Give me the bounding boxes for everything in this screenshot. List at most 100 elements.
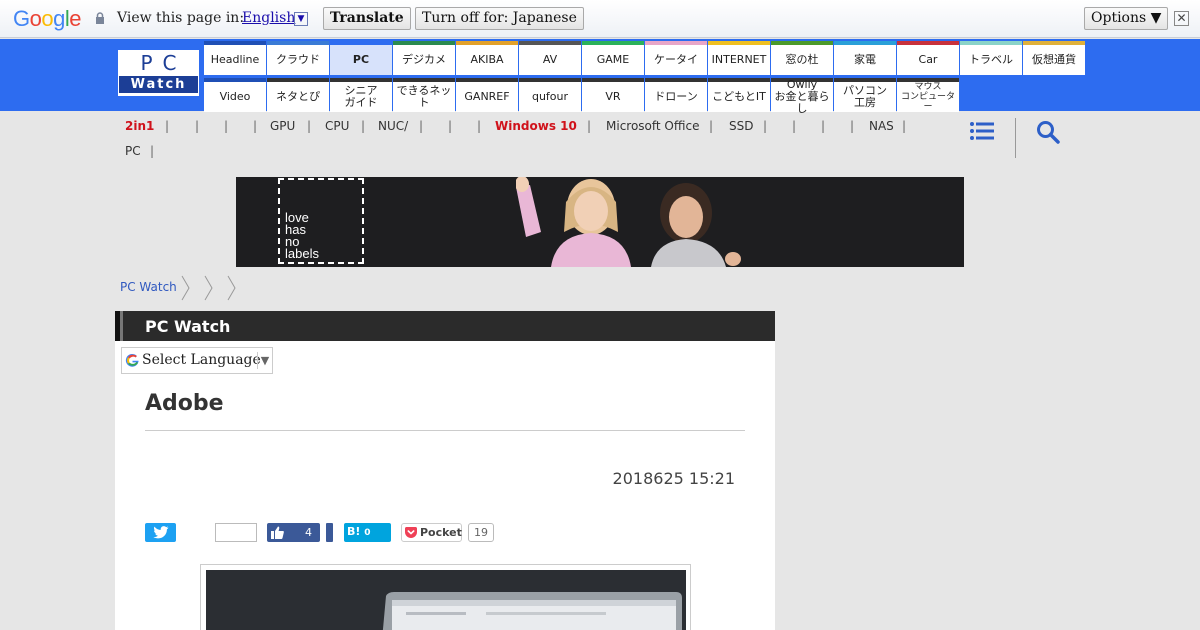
category-nav: Headline クラウド PC デジカメ AKIBA AV GAME ケータイ INTERNE… <box>204 41 1085 115</box>
facebook-count: 4 <box>305 526 312 539</box>
nav_row2-item[interactable]: VR <box>582 78 644 112</box>
language-dropdown-icon[interactable]: ▼ <box>294 12 308 26</box>
nav_row1-item[interactable]: GAME <box>582 41 644 75</box>
article-image-frame <box>200 564 691 630</box>
subnav-separator: | <box>195 119 200 133</box>
chevron-right-icon <box>181 275 190 301</box>
subnav-separator: | <box>850 119 855 133</box>
pocket-count: 19 <box>468 523 494 542</box>
language-select[interactable]: Select Language ▼ <box>121 347 273 374</box>
chevron-right-icon <box>227 275 236 301</box>
banner-photo-child <box>516 177 631 267</box>
banner-logo: love has no labels <box>278 178 364 264</box>
nav_row2-item[interactable]: GANREF <box>456 78 518 112</box>
nav_row2-item[interactable]: できるネット <box>393 78 455 112</box>
nav_row1-item[interactable]: PC <box>330 41 392 75</box>
nav_row2-item[interactable]: マウス コンピューター <box>897 78 959 112</box>
subnav-separator: | <box>419 119 424 133</box>
section-title: PC Watch <box>145 317 231 336</box>
menu-icon[interactable] <box>970 121 994 141</box>
subnav-windows10[interactable]: Windows 10 <box>495 118 577 134</box>
nav_row1-item[interactable]: Car <box>897 41 959 75</box>
subnav-separator: | <box>448 119 453 133</box>
google-g-icon <box>125 353 139 367</box>
article-title: Adobe <box>145 391 224 416</box>
pocket-button[interactable]: Pocket <box>401 523 462 542</box>
nav_row1-item[interactable]: 窓の杜 <box>771 41 833 75</box>
subnav-pc[interactable]: PC <box>125 143 141 159</box>
site-logo[interactable]: PC Watch <box>118 50 199 96</box>
article-image[interactable] <box>206 570 686 630</box>
options-button[interactable]: Options ▼ <box>1084 7 1169 30</box>
translate-button[interactable]: Translate <box>323 7 411 30</box>
subnav-nas[interactable]: NAS <box>869 118 894 134</box>
nav_row1-item[interactable]: クラウド <box>267 41 329 75</box>
subnav-separator: | <box>821 119 826 133</box>
facebook-like-button[interactable]: 4 <box>267 523 320 542</box>
nav_row1-item[interactable]: トラベル <box>960 41 1022 75</box>
subnav-separator: | <box>763 119 768 133</box>
hatena-label: B! <box>347 525 361 538</box>
subnav-separator: | <box>792 119 797 133</box>
banner-photo-child <box>651 183 741 267</box>
logo-pc-text: PC <box>140 51 187 75</box>
subnav-separator: | <box>361 119 366 133</box>
nav_row2-item[interactable]: シニア ガイド <box>330 78 392 112</box>
nav_row1-item[interactable]: デジカメ <box>393 41 455 75</box>
pocket-label: Pocket <box>420 526 462 539</box>
nav_row1-item[interactable]: Headline <box>204 41 266 75</box>
search-icon[interactable] <box>1036 120 1060 144</box>
subnav-ssd[interactable]: SSD <box>729 118 753 134</box>
google-logo: Google <box>13 6 82 31</box>
subnav-separator: | <box>477 119 482 133</box>
article-panel: PC Watch Select Language ▼ Adobe 2018625… <box>115 311 775 630</box>
section-header: PC Watch <box>115 311 775 341</box>
nav_row2-item[interactable]: Video <box>204 78 266 112</box>
twitter-count-box <box>215 523 257 542</box>
subnav-gpu[interactable]: GPU <box>270 118 295 134</box>
nav_row1-item[interactable]: 家電 <box>834 41 896 75</box>
language-link[interactable]: English <box>242 10 295 26</box>
close-icon[interactable]: ✕ <box>1174 11 1189 26</box>
breadcrumb-home[interactable]: PC Watch <box>120 280 177 294</box>
logo-watch-text: Watch <box>119 76 198 93</box>
subnav-separator: | <box>253 119 258 133</box>
subnav-office[interactable]: Microsoft Office <box>606 118 699 134</box>
chevron-right-icon <box>204 275 213 301</box>
hatena-bookmark-button[interactable]: B! 0 <box>344 523 391 542</box>
lock-icon <box>96 12 104 24</box>
nav_row2-item[interactable]: qufour <box>519 78 581 112</box>
chevron-down-icon: ▼ <box>257 352 272 369</box>
subnav-separator: | <box>224 119 229 133</box>
facebook-share-stub[interactable] <box>326 523 333 542</box>
subnav-2in1[interactable]: 2in1 <box>125 118 154 134</box>
subnav-nuc[interactable]: NUC/ <box>378 118 408 134</box>
turn-off-button[interactable]: Turn off for: Japanese <box>415 7 584 30</box>
subnav-separator: | <box>902 119 907 133</box>
nav_row2-item[interactable]: こどもとIT <box>708 78 770 112</box>
twitter-icon <box>153 526 169 539</box>
nav_row2-item[interactable]: ネタとぴ <box>267 78 329 112</box>
nav_row2-item[interactable]: パソコン 工房 <box>834 78 896 112</box>
nav_row1-item[interactable]: AV <box>519 41 581 75</box>
nav_row1-item[interactable]: AKIBA <box>456 41 518 75</box>
subnav-separator: | <box>587 119 592 133</box>
thumbs-up-icon <box>271 526 284 539</box>
view-page-label: View this page in: <box>117 10 245 26</box>
hatena-count: 0 <box>364 528 371 538</box>
nav_row1-item[interactable]: 仮想通貨 <box>1023 41 1085 75</box>
pocket-icon <box>405 527 417 538</box>
language-select-label: Select Language <box>142 352 261 368</box>
subnav-cpu[interactable]: CPU <box>325 118 349 134</box>
subnav-separator: | <box>150 144 155 158</box>
banner-ad[interactable]: love has no labels <box>236 177 964 267</box>
subnav-separator: | <box>307 119 312 133</box>
nav_row1-item[interactable]: ケータイ <box>645 41 707 75</box>
laptop-photo <box>206 570 686 630</box>
translate-bar: Google View this page in: English ▼ Tran… <box>0 0 1200 38</box>
nav_row2-item[interactable]: Owlly お金と暮らし <box>771 78 833 115</box>
twitter-share-button[interactable] <box>145 523 176 542</box>
title-divider <box>145 430 745 431</box>
nav_row2-item[interactable]: ドローン <box>645 78 707 112</box>
nav_row1-item[interactable]: INTERNET <box>708 41 770 75</box>
